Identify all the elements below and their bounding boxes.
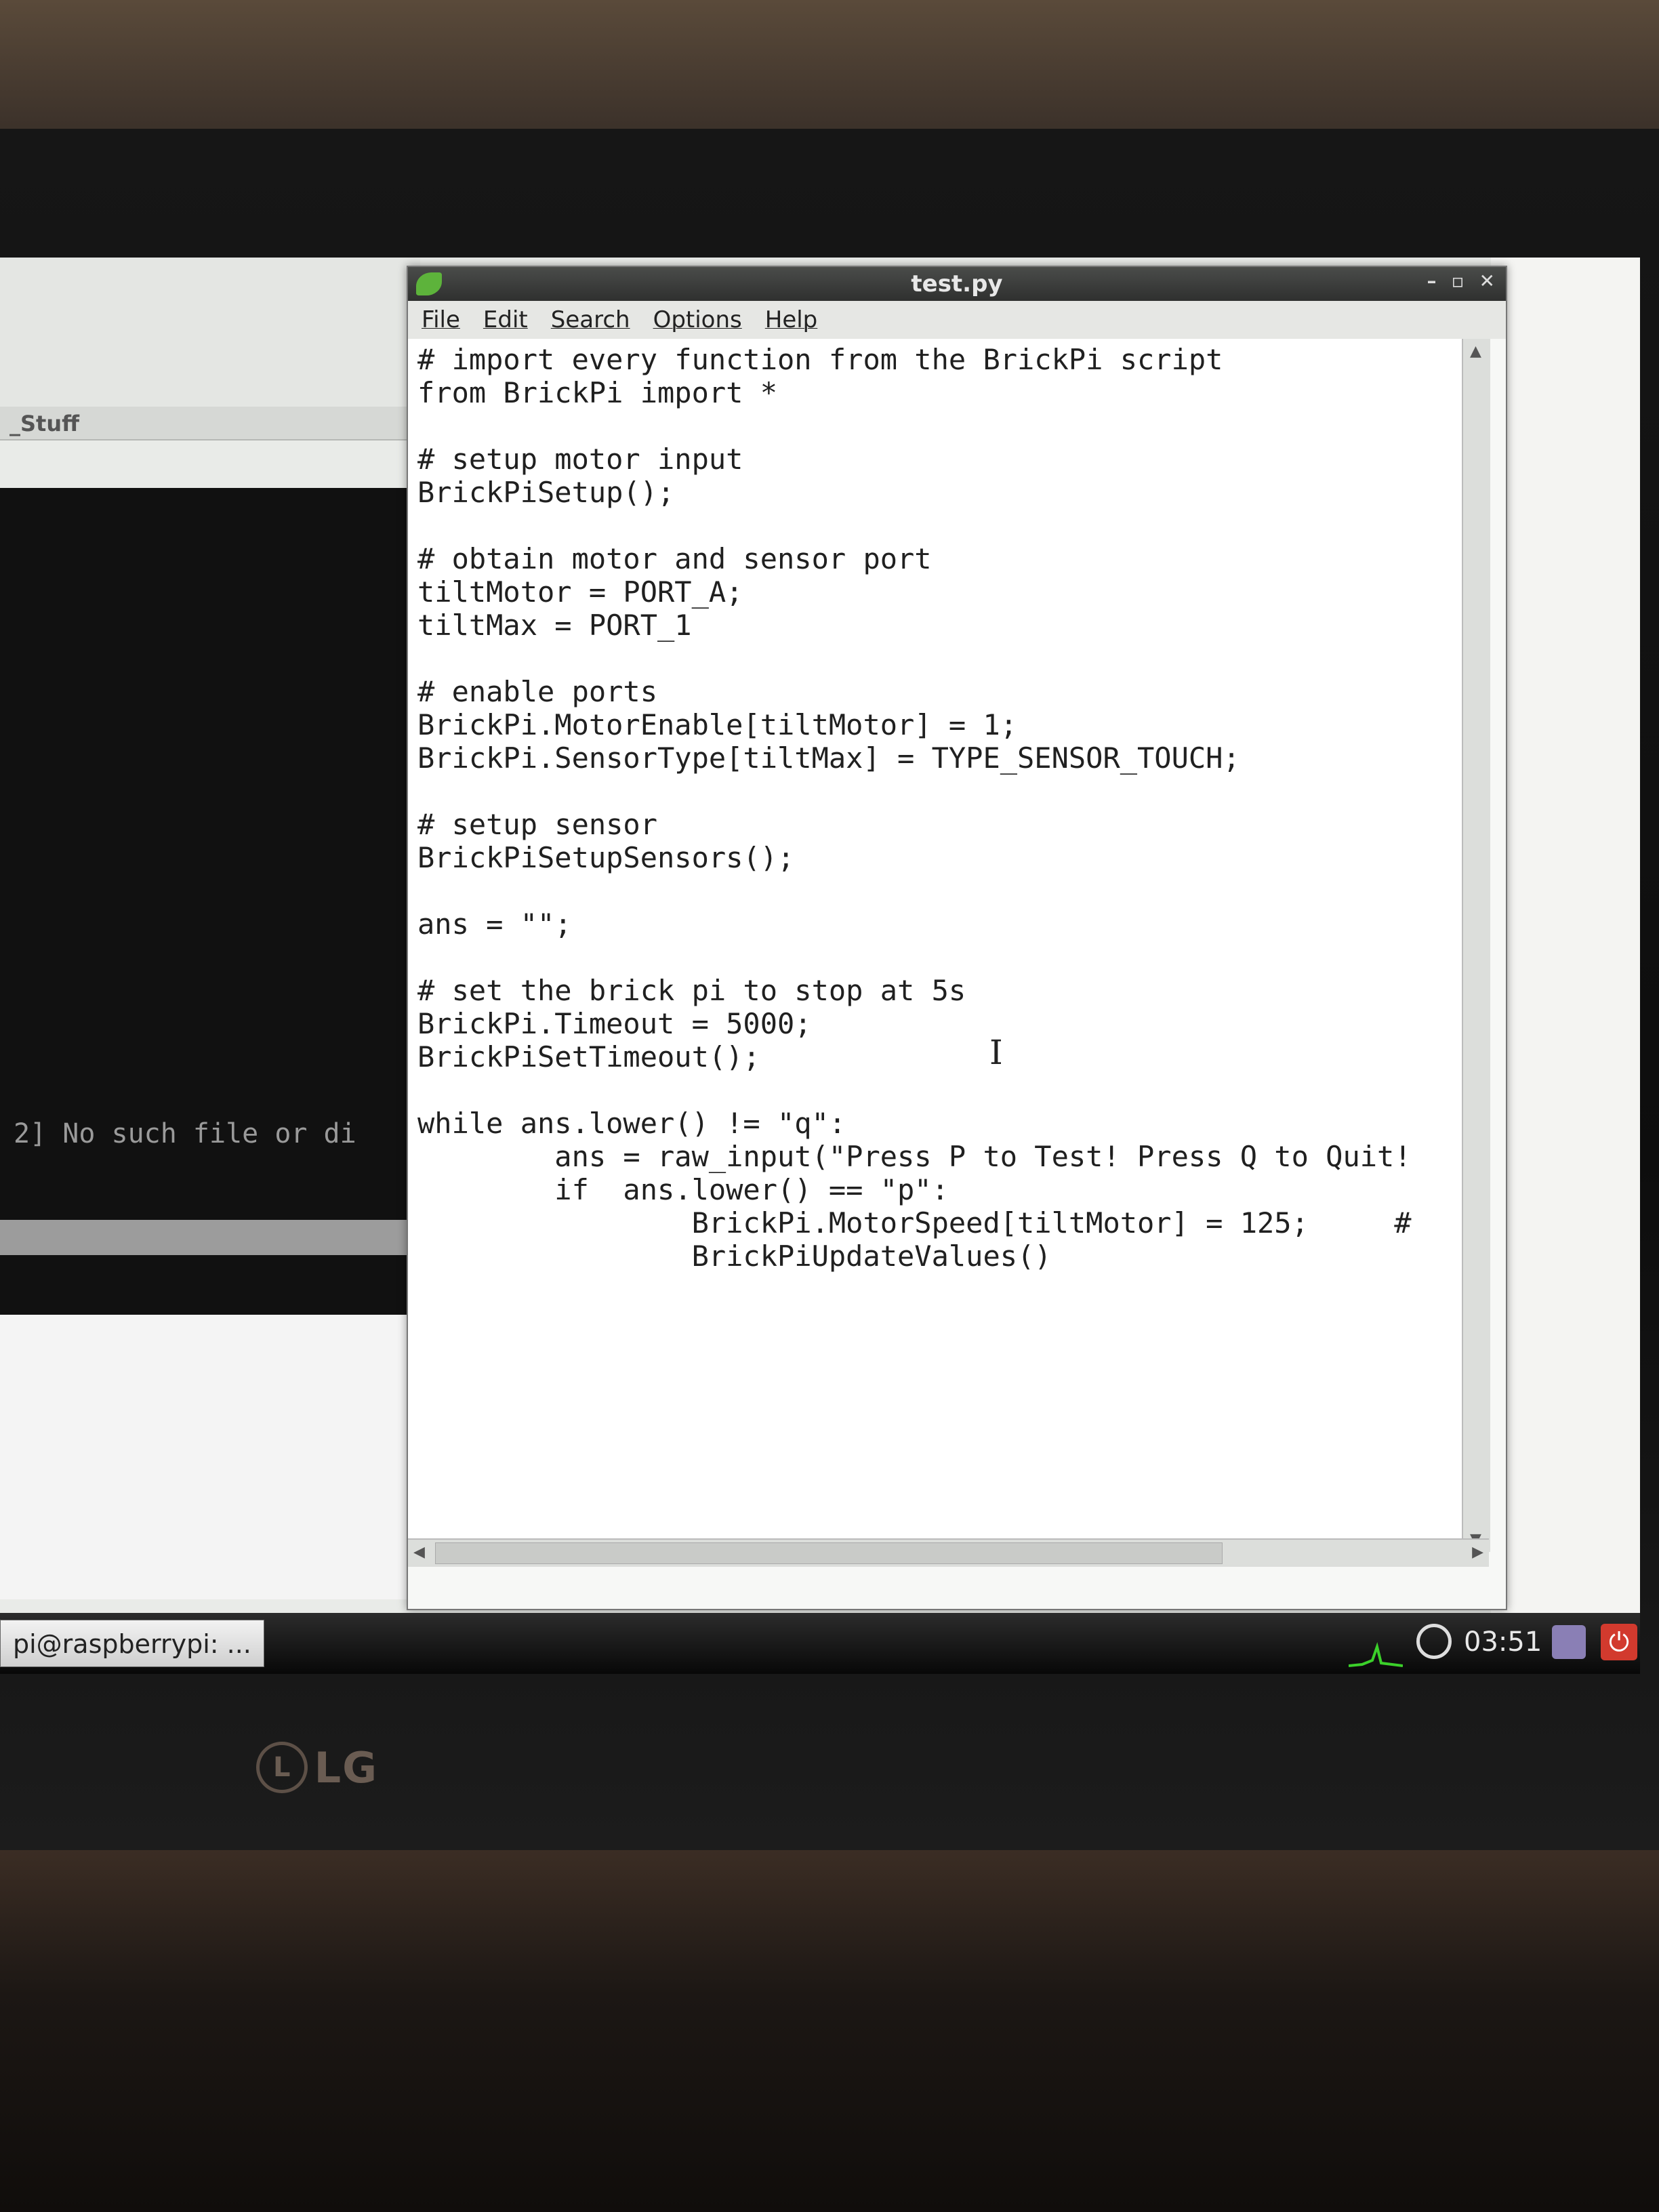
title-bar[interactable]: test.py – ▫ ✕ [408, 267, 1506, 301]
taskbar: pi@raspberrypi: ... 03:51 ⏻ [0, 1613, 1640, 1674]
wall-background [0, 0, 1659, 136]
text-cursor-icon: I [989, 1033, 1003, 1072]
menu-edit[interactable]: Edit [483, 306, 528, 333]
wifi-icon[interactable] [1416, 1624, 1452, 1659]
lock-screen-icon[interactable] [1552, 1625, 1586, 1659]
minimize-icon[interactable]: – [1427, 270, 1437, 292]
window-controls: – ▫ ✕ [1427, 270, 1495, 292]
lg-circle-icon: L [256, 1742, 308, 1793]
terminal-output-line: 2] No such file or di [14, 1118, 356, 1149]
taskbar-item-terminal[interactable]: pi@raspberrypi: ... [0, 1620, 264, 1667]
terminal-scroll-bar [0, 1220, 420, 1255]
scroll-right-icon[interactable]: ▶ [1472, 1544, 1483, 1561]
background-panel-label: _Stuff [0, 407, 420, 441]
menu-options[interactable]: Options [653, 306, 742, 333]
scroll-left-icon[interactable]: ◀ [413, 1544, 425, 1561]
close-icon[interactable]: ✕ [1479, 270, 1495, 292]
vertical-scrollbar[interactable]: ▲ ▼ [1462, 339, 1490, 1552]
screen: _Stuff 2] No such file or di test.py – ▫… [0, 258, 1640, 1674]
editor-window: test.py – ▫ ✕ File Edit Search Options H… [407, 266, 1507, 1610]
maximize-icon[interactable]: ▫ [1452, 270, 1465, 292]
clock[interactable]: 03:51 [1464, 1626, 1542, 1658]
menu-help[interactable]: Help [765, 306, 818, 333]
lg-brand-text: LG [314, 1742, 378, 1793]
lg-logo: L LG [256, 1739, 378, 1796]
monitor-stand [0, 1850, 1659, 2212]
menu-bar: File Edit Search Options Help [408, 301, 1506, 339]
window-title: test.py [911, 270, 1003, 298]
network-monitor-icon [1349, 1642, 1403, 1667]
background-right-panel [1491, 258, 1640, 1613]
background-window-area [0, 258, 420, 407]
leafpad-icon [416, 272, 442, 295]
text-editor-area[interactable]: # import every function from the BrickPi… [408, 339, 1462, 1538]
power-icon[interactable]: ⏻ [1601, 1624, 1637, 1660]
menu-file[interactable]: File [422, 306, 460, 333]
horizontal-scroll-thumb[interactable] [435, 1542, 1223, 1564]
menu-search[interactable]: Search [551, 306, 630, 333]
background-bottom-panel [0, 1315, 420, 1599]
scroll-up-icon[interactable]: ▲ [1470, 343, 1481, 360]
code-text[interactable]: # import every function from the BrickPi… [408, 339, 1462, 1273]
horizontal-scrollbar[interactable]: ◀ ▶ [408, 1538, 1489, 1567]
